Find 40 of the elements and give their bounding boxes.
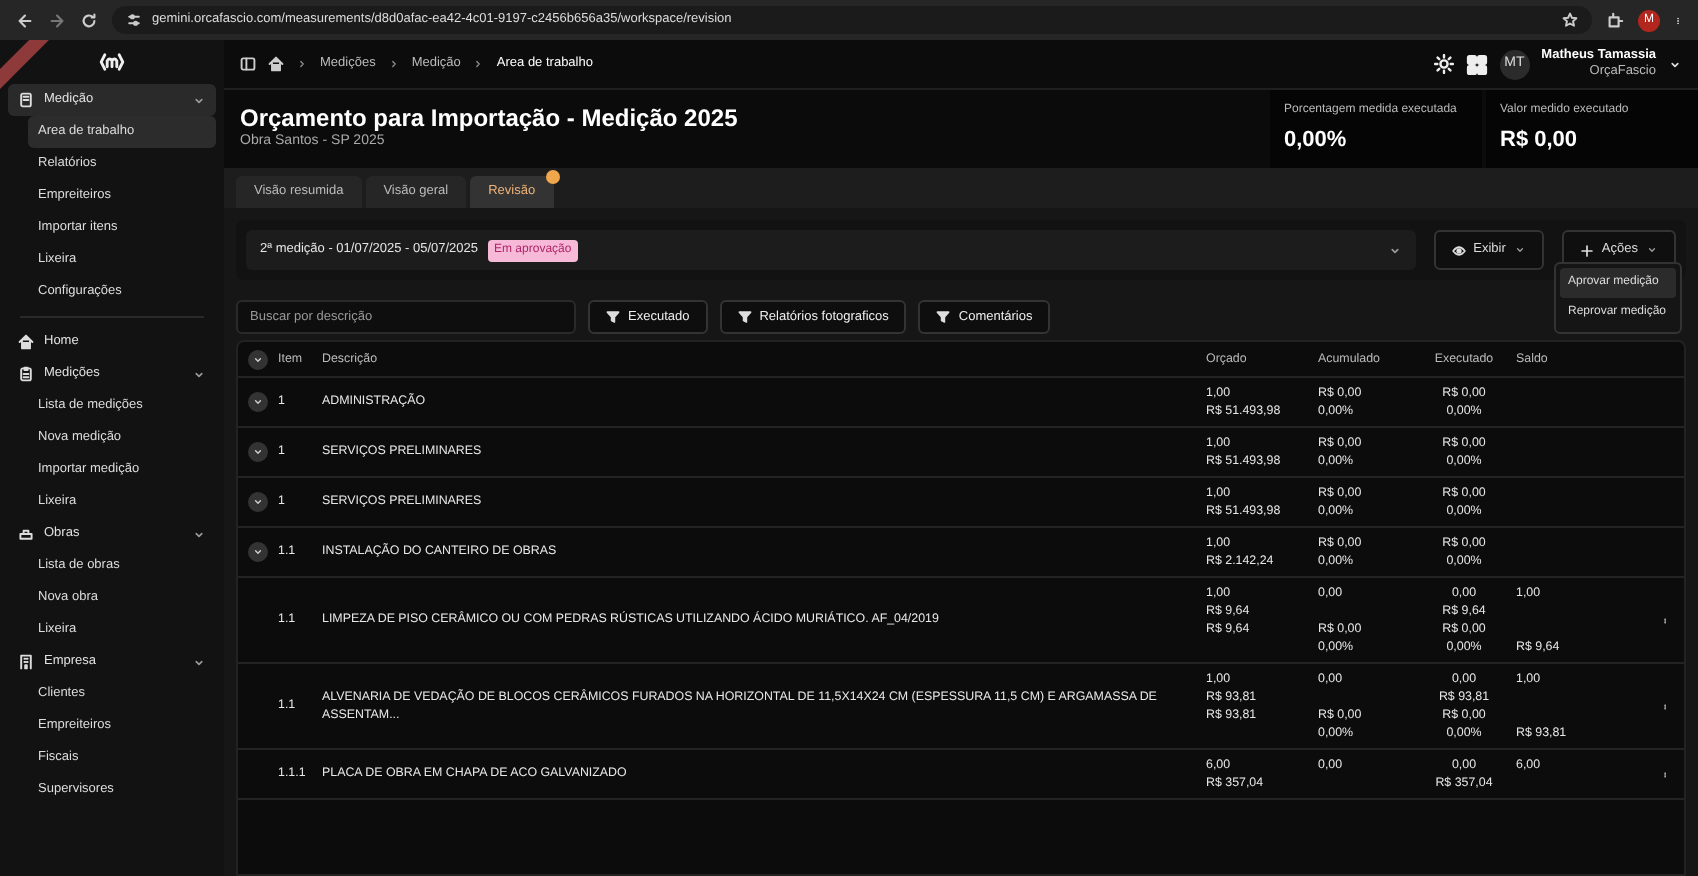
filter-icon [737, 310, 752, 324]
sidebar-toggle-icon[interactable] [240, 56, 256, 72]
building-icon [18, 654, 34, 670]
chevron-right-icon [472, 58, 485, 70]
chevron-down-icon [1387, 243, 1402, 257]
chevron-down-icon [1513, 244, 1526, 256]
home-icon[interactable] [268, 56, 284, 72]
grid-icon[interactable] [1465, 53, 1488, 75]
chevron-right-icon [296, 58, 308, 70]
star-icon[interactable] [1562, 12, 1578, 28]
plus-icon [1579, 243, 1594, 257]
back-icon[interactable] [16, 11, 34, 29]
clipboard-icon [18, 366, 34, 382]
expand-button[interactable] [248, 542, 268, 562]
extension-icon[interactable] [1606, 11, 1624, 29]
stat-value: 0,00% [1284, 126, 1349, 156]
document-icon [18, 92, 34, 108]
forward-icon[interactable] [48, 11, 66, 29]
chevron-right-icon [387, 58, 400, 70]
expand-all-button[interactable] [248, 349, 268, 369]
chevron-down-icon [1646, 244, 1658, 256]
expand-button[interactable] [248, 442, 268, 462]
home-icon [18, 334, 34, 350]
chevron-down-icon [252, 396, 264, 408]
eye-icon [1451, 243, 1466, 257]
stat-value: R$ 0,00 [1500, 126, 1580, 156]
sun-icon[interactable] [1433, 54, 1454, 74]
expand-button[interactable] [248, 392, 268, 412]
chevron-down-icon [252, 496, 264, 508]
chevron-down-icon [252, 546, 264, 558]
page-title: Orçamento para Importação - Medição 2025 [240, 104, 740, 132]
filter-icon [606, 310, 620, 324]
briefcase-icon [18, 526, 34, 542]
chevron-down-icon [252, 353, 264, 365]
reload-icon[interactable] [80, 11, 98, 29]
filter-icon [936, 310, 951, 324]
chevron-down-icon [252, 446, 264, 458]
site-info-icon[interactable] [126, 12, 142, 28]
chevron-down-icon[interactable] [1668, 57, 1682, 71]
expand-button[interactable] [248, 492, 268, 512]
